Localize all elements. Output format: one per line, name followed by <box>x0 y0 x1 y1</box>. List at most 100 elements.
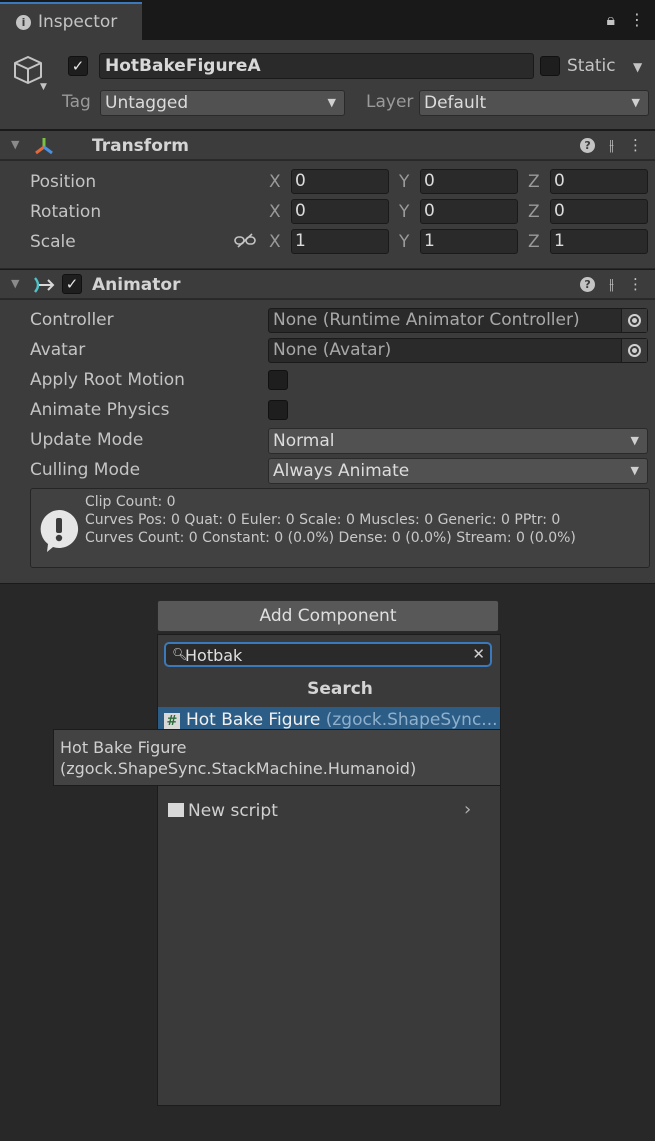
result-namespace: (zgock.ShapeSync... <box>325 710 498 730</box>
axis-z-label: Z <box>528 202 540 222</box>
static-label: Static <box>567 56 616 76</box>
tag-dropdown[interactable]: Untagged ▼ <box>100 90 345 116</box>
animator-enabled-toggle[interactable]: ✓ <box>62 274 82 294</box>
tag-label: Tag <box>62 92 91 112</box>
apply-root-motion-toggle[interactable]: ✓ <box>268 370 288 390</box>
rotation-x-field[interactable]: 0 <box>291 199 389 224</box>
update-mode-label: Update Mode <box>30 430 144 450</box>
tooltip-line2: (zgock.ShapeSync.StackMachine.Humanoid) <box>60 759 417 778</box>
component-search-input[interactable] <box>185 645 465 665</box>
animator-info-box: Clip Count: 0 Curves Pos: 0 Quat: 0 Eule… <box>30 488 650 568</box>
target-picker-icon <box>628 344 641 357</box>
active-toggle[interactable]: ✓ <box>68 56 88 76</box>
position-y-field[interactable]: 0 <box>420 169 518 194</box>
fold-arrow-icon[interactable]: ▼ <box>11 138 19 151</box>
chevron-down-icon: ▼ <box>327 96 336 109</box>
tag-value: Untagged <box>105 93 189 113</box>
position-x-field[interactable]: 0 <box>291 169 389 194</box>
apply-root-motion-label: Apply Root Motion <box>30 370 185 390</box>
layer-dropdown[interactable]: Default ▼ <box>419 90 649 116</box>
rotation-label: Rotation <box>30 202 102 222</box>
controller-field[interactable]: None (Runtime Animator Controller) <box>268 308 648 333</box>
avatar-label: Avatar <box>30 340 86 360</box>
lock-icon[interactable]: 🔒︎ <box>606 10 615 30</box>
update-mode-dropdown[interactable]: Normal ▼ <box>268 428 648 454</box>
object-name-field[interactable]: HotBakeFigureA <box>99 53 534 79</box>
transform-header[interactable]: ▼ Transform ? ⫲ ⋮ <box>0 130 655 160</box>
scale-y-field[interactable]: 1 <box>420 229 518 254</box>
transform-header-actions: ? ⫲ ⋮ <box>580 136 643 154</box>
chevron-down-icon: ▼ <box>631 96 640 109</box>
tab-actions: 🔒︎ ⋮ <box>606 10 645 30</box>
axis-y-label: Y <box>399 202 410 222</box>
tooltip-line1: Hot Bake Figure <box>60 738 187 757</box>
axis-z-label: Z <box>528 172 540 192</box>
controller-label: Controller <box>30 310 114 330</box>
object-picker-button[interactable] <box>621 309 647 332</box>
axis-y-label: Y <box>399 232 410 252</box>
add-component-button[interactable]: Add Component <box>157 600 499 632</box>
info-lines: Clip Count: 0 Curves Pos: 0 Quat: 0 Eule… <box>85 493 576 547</box>
layer-label: Layer <box>366 92 414 112</box>
controller-value: None (Runtime Animator Controller) <box>273 310 580 330</box>
animate-physics-toggle[interactable]: ✓ <box>268 400 288 420</box>
axis-x-label: X <box>269 202 281 222</box>
tab-bar: i Inspector 🔒︎ ⋮ <box>0 0 655 40</box>
culling-mode-dropdown[interactable]: Always Animate ▼ <box>268 458 648 484</box>
info-icon: i <box>16 14 31 30</box>
axis-x-label: X <box>269 172 281 192</box>
constrain-proportions-link-icon[interactable] <box>234 233 256 254</box>
icon-dropdown-caret-icon[interactable]: ▼ <box>40 82 47 92</box>
fold-arrow-icon[interactable]: ▼ <box>11 277 19 290</box>
help-icon[interactable]: ? <box>580 277 596 292</box>
result-tooltip: Hot Bake Figure (zgock.ShapeSync.StackMa… <box>53 729 501 786</box>
animator-header-actions: ? ⫲ ⋮ <box>580 275 643 293</box>
axis-y-label: Y <box>399 172 410 192</box>
avatar-value: None (Avatar) <box>273 340 392 360</box>
transform-axes-icon <box>33 136 55 161</box>
more-icon[interactable]: ⋮ <box>629 10 645 30</box>
axis-x-label: X <box>269 232 281 252</box>
target-picker-icon <box>628 314 641 327</box>
presets-sliders-icon[interactable]: ⫲ <box>609 136 614 154</box>
help-icon[interactable]: ? <box>580 138 596 153</box>
script-icon <box>168 803 184 817</box>
culling-mode-label: Culling Mode <box>30 460 141 480</box>
tab-inspector[interactable]: i Inspector <box>0 2 142 40</box>
curves-pos-text: Curves Pos: 0 Quat: 0 Euler: 0 Scale: 0 … <box>85 512 561 528</box>
info-bubble-icon <box>39 509 79 558</box>
transform-title: Transform <box>92 136 189 156</box>
scale-z-field[interactable]: 1 <box>550 229 648 254</box>
clip-count-text: Clip Count: 0 <box>85 494 176 510</box>
context-menu-icon[interactable]: ⋮ <box>628 275 643 293</box>
component-search-box[interactable]: 🔍︎ ✕ <box>164 642 492 667</box>
position-label: Position <box>30 172 97 192</box>
layer-value: Default <box>424 93 487 113</box>
transform-section: Position X 0 Y 0 Z 0 Rotation X 0 Y 0 Z … <box>0 161 655 268</box>
popup-title: Search <box>307 679 373 699</box>
presets-sliders-icon[interactable]: ⫲ <box>609 275 614 293</box>
position-z-field[interactable]: 0 <box>550 169 648 194</box>
static-dropdown-caret-icon[interactable]: ▼ <box>633 60 642 74</box>
scale-label: Scale <box>30 232 76 252</box>
result-name: Hot Bake Figure <box>186 710 321 730</box>
add-component-popup: 🔍︎ ✕ Search # Hot Bake Figure (zgock.Sha… <box>157 634 501 1106</box>
search-result-label: Hot Bake Figure (zgock.ShapeSync... <box>186 710 498 730</box>
chevron-down-icon: ▼ <box>630 434 639 447</box>
scale-x-field[interactable]: 1 <box>291 229 389 254</box>
static-toggle[interactable]: ✓ <box>540 56 560 76</box>
chevron-right-icon: › <box>464 799 472 820</box>
animate-physics-label: Animate Physics <box>30 400 170 420</box>
new-script-item[interactable]: New script <box>188 801 278 821</box>
context-menu-icon[interactable]: ⋮ <box>628 136 643 154</box>
animator-header[interactable]: ▼ ✓ Animator ? ⫲ ⋮ <box>0 269 655 299</box>
avatar-field[interactable]: None (Avatar) <box>268 338 648 363</box>
clear-search-icon[interactable]: ✕ <box>472 645 485 663</box>
rotation-z-field[interactable]: 0 <box>550 199 648 224</box>
tab-inspector-label: Inspector <box>38 12 118 32</box>
chevron-down-icon: ▼ <box>630 464 639 477</box>
rotation-y-field[interactable]: 0 <box>420 199 518 224</box>
object-picker-button[interactable] <box>621 339 647 362</box>
script-hash-icon: # <box>164 713 180 730</box>
object-header: ▼ ✓ HotBakeFigureA ✓ Static ▼ Tag Untagg… <box>0 40 655 130</box>
